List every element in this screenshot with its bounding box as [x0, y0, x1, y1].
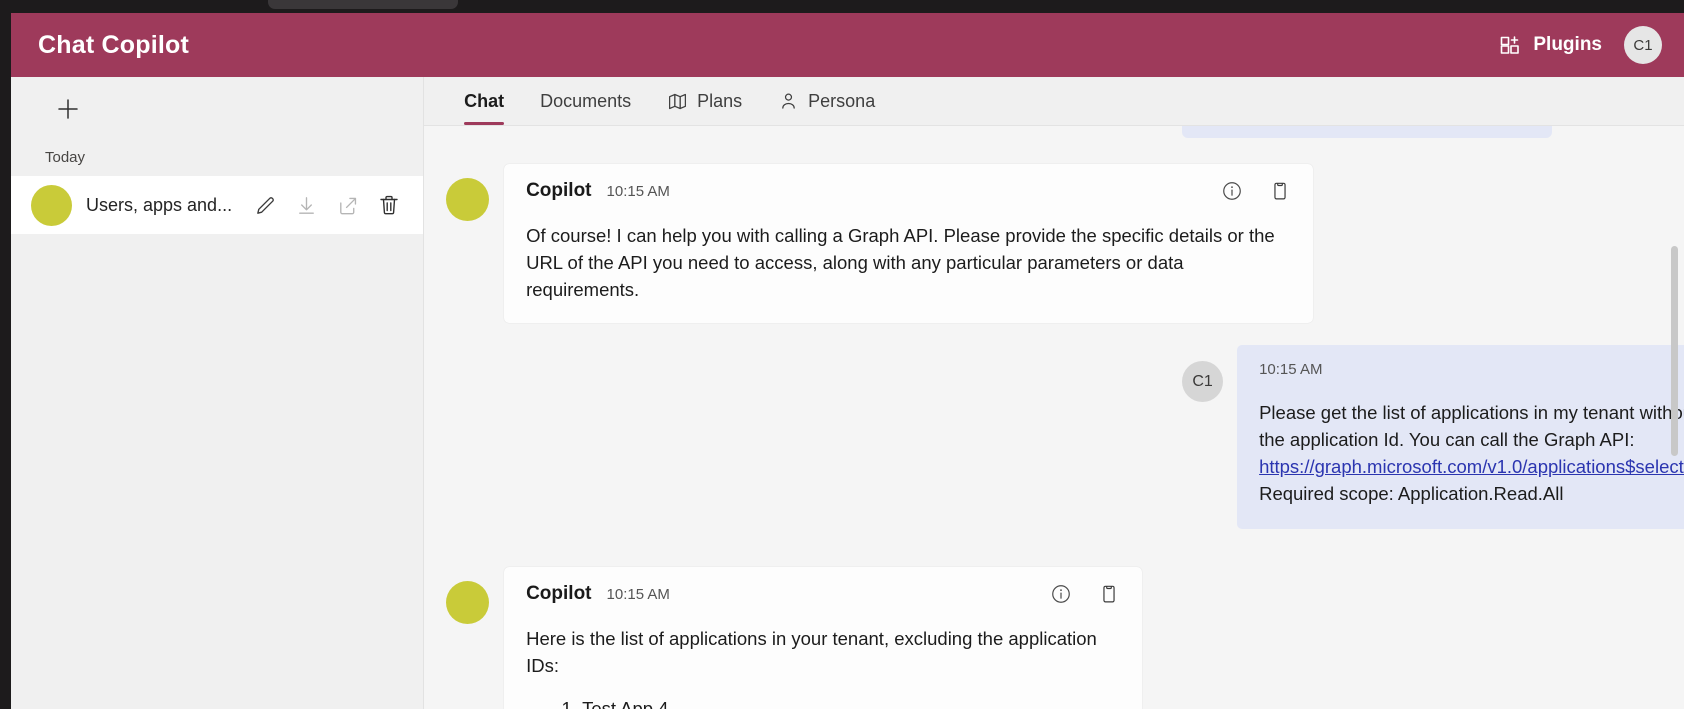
- info-icon[interactable]: [1221, 180, 1243, 202]
- plugins-button[interactable]: Plugins: [1498, 33, 1602, 57]
- message-bubble: 10:15 AM Please get the list of applicat…: [1237, 345, 1684, 530]
- new-chat-row: [11, 77, 423, 141]
- message-sender: Copilot: [526, 583, 592, 605]
- message-time: 10:15 AM: [606, 182, 670, 200]
- edit-pencil-icon[interactable]: [254, 194, 277, 217]
- delete-trash-icon[interactable]: [377, 193, 401, 217]
- application-list: Test App 4 LinkedIn Test App 5: [582, 695, 1120, 709]
- message-text-before-link: Please get the list of applications in m…: [1259, 402, 1684, 451]
- chat-group-label: Today: [45, 149, 86, 166]
- user-avatar-header[interactable]: C1: [1624, 26, 1662, 64]
- tab-chat[interactable]: Chat: [446, 91, 522, 126]
- browser-tab-stub: [268, 0, 458, 9]
- app-window: Chat Copilot Plugins C1 Today Users, app…: [11, 13, 1684, 709]
- desktop-left-strip: [0, 0, 11, 709]
- body-row: Today Users, apps and... Chat Documents …: [11, 77, 1684, 709]
- map-icon: [667, 91, 688, 112]
- copy-icon[interactable]: [1098, 583, 1120, 605]
- message-text: Here is the list of applications in your…: [526, 628, 1097, 677]
- message-actions: [1221, 180, 1291, 202]
- info-icon[interactable]: [1050, 583, 1072, 605]
- plugins-label: Plugins: [1533, 34, 1602, 55]
- tab-persona-label: Persona: [808, 91, 876, 112]
- chat-item-title: Users, apps and...: [86, 194, 233, 215]
- message-bot-2: Copilot 10:15 AM Here is the list of app…: [424, 567, 1659, 709]
- chat-item-actions: [254, 193, 401, 217]
- message-bubble: Copilot 10:15 AM: [504, 164, 1314, 324]
- message-time: 10:15 AM: [1259, 361, 1323, 379]
- person-icon: [778, 91, 799, 112]
- message-bot-1: Copilot 10:15 AM Of course! I can help y…: [424, 164, 1659, 324]
- user-avatar: C1: [1182, 361, 1224, 403]
- chat-list-item[interactable]: Users, apps and...: [11, 176, 424, 234]
- thread-scrollbar-thumb[interactable]: [1671, 246, 1678, 457]
- message-thread: Copilot 10:15 AM Of course! I can help y…: [424, 126, 1684, 709]
- message-header: Copilot 10:15 AM: [526, 180, 1291, 202]
- chat-item-avatar: [31, 184, 72, 226]
- previous-message-partial: [1182, 126, 1553, 139]
- tab-documents-label: Documents: [540, 91, 632, 112]
- message-user-1: C1 10:15 AM Please get the list of appli…: [424, 345, 1684, 530]
- message-actions: [1050, 583, 1120, 605]
- share-icon[interactable]: [336, 194, 359, 217]
- message-text-after-link: Required scope: Application.Read.All: [1259, 483, 1564, 505]
- new-chat-button[interactable]: [51, 92, 85, 126]
- bot-avatar: [446, 581, 490, 625]
- app-title: Chat Copilot: [38, 30, 189, 59]
- tab-documents[interactable]: Documents: [522, 91, 649, 125]
- message-header: Copilot 10:15 AM: [526, 583, 1120, 605]
- graph-api-link[interactable]: https://graph.microsoft.com/v1.0/applica…: [1259, 456, 1684, 477]
- message-bubble: Copilot 10:15 AM: [504, 567, 1143, 709]
- apps-add-icon: [1498, 33, 1522, 57]
- tab-bar: Chat Documents Plans Persona: [424, 77, 1684, 127]
- message-time: 10:15 AM: [606, 585, 670, 603]
- sidebar: Today Users, apps and...: [11, 77, 425, 709]
- plus-icon: [54, 95, 82, 123]
- bot-avatar: [446, 178, 490, 222]
- message-text: Please get the list of applications in m…: [1259, 399, 1684, 507]
- desktop-root: Chat Copilot Plugins C1 Today Users, app…: [0, 0, 1684, 709]
- tab-plans-label: Plans: [697, 91, 743, 112]
- tab-chat-label: Chat: [464, 91, 505, 112]
- tab-persona[interactable]: Persona: [760, 91, 893, 125]
- app-header: Chat Copilot Plugins C1: [11, 13, 1684, 77]
- message-sender: Copilot: [526, 180, 592, 202]
- download-icon[interactable]: [295, 194, 318, 217]
- message-text: Of course! I can help you with calling a…: [526, 225, 1275, 301]
- thread-scrollbar[interactable]: [1671, 126, 1678, 709]
- list-item: Test App 4: [582, 695, 1120, 709]
- desktop-top-strip: [0, 0, 1684, 13]
- main-panel: Chat Documents Plans Persona Copilot 10:…: [424, 77, 1684, 709]
- tab-plans[interactable]: Plans: [649, 91, 760, 125]
- copy-icon[interactable]: [1269, 180, 1291, 202]
